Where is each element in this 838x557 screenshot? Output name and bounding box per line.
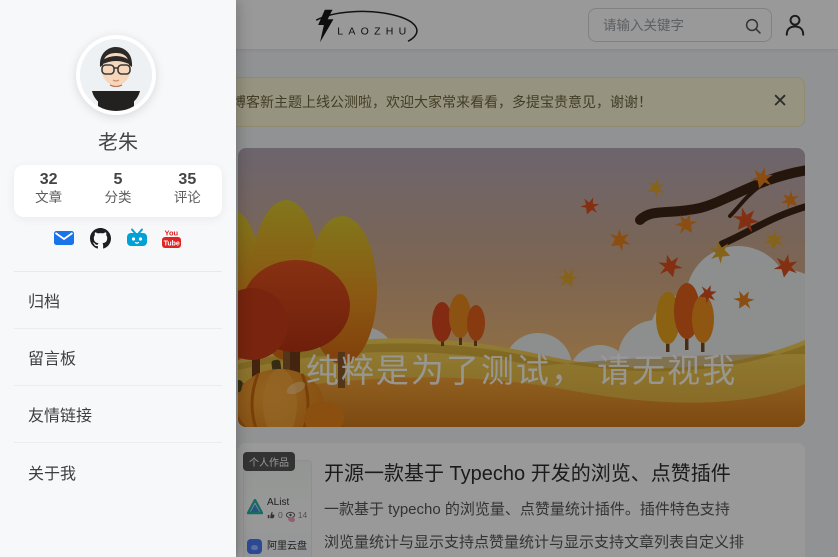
stat-posts: 32 文章: [35, 171, 63, 205]
sidebar-item-links[interactable]: 友情链接: [14, 386, 222, 443]
bilibili-icon[interactable]: [126, 228, 147, 248]
sidebar-item-archives[interactable]: 归档: [14, 272, 222, 329]
username: 老朱: [98, 132, 138, 154]
svg-text:Tube: Tube: [164, 240, 180, 247]
avatar: [76, 35, 156, 115]
stat-categories: 5 分类: [104, 171, 132, 205]
stat-comments: 35 评论: [173, 171, 201, 205]
social-links: You Tube: [0, 228, 236, 249]
email-icon[interactable]: [54, 228, 74, 248]
sidebar-menu: 归档 留言板 友情链接 关于我: [14, 272, 222, 500]
svg-text:You: You: [165, 229, 179, 238]
sidebar-item-guestbook[interactable]: 留言板: [14, 329, 222, 386]
github-icon[interactable]: [90, 228, 111, 249]
sidebar-drawer: 老朱 32 文章 5 分类 35 评论 You Tube 归档 留言板 友情链接…: [0, 0, 236, 557]
avatar-illustration: [80, 39, 152, 111]
youtube-icon[interactable]: You Tube: [162, 228, 182, 248]
stats-card: 32 文章 5 分类 35 评论: [14, 165, 222, 217]
sidebar-item-about[interactable]: 关于我: [14, 443, 222, 500]
